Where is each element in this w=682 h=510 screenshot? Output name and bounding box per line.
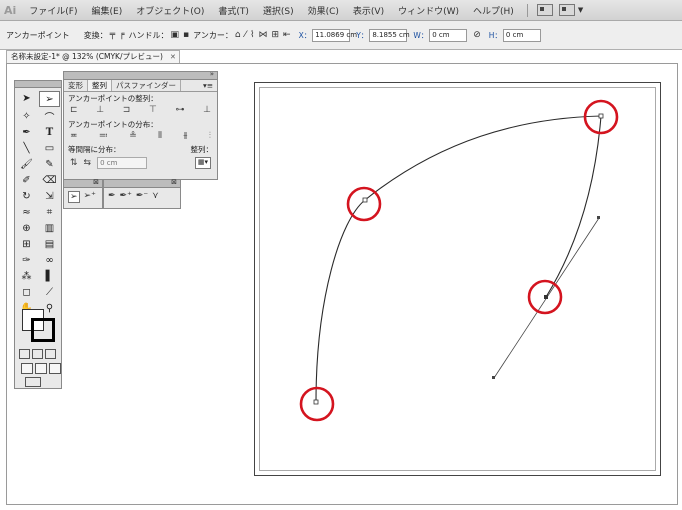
align-v-center-icon[interactable]: ⊶ [175, 105, 184, 115]
direct-selection-icon[interactable]: ➢ [68, 191, 80, 203]
draw-mode-buttons [21, 363, 61, 374]
align-to-label: 整列： [190, 145, 214, 154]
delete-anchor-icon[interactable]: ✒⁻ [136, 191, 148, 201]
paintbrush-icon[interactable]: 🖌 [16, 157, 37, 171]
align-section-title: アンカーポイントの整列： [68, 94, 158, 103]
close-icon[interactable]: ⊠ [93, 178, 99, 186]
draw-inside-icon[interactable] [49, 363, 61, 374]
align-left-icon[interactable]: ⊏ [70, 105, 78, 115]
rectangle-icon[interactable]: ▭ [39, 141, 60, 155]
blend-icon[interactable]: ∞ [39, 253, 60, 267]
blob-brush-icon[interactable]: ✐ [16, 173, 37, 187]
collapse-icon[interactable]: » [210, 70, 214, 78]
color-mode-icon[interactable] [19, 349, 30, 359]
artboard-icon[interactable]: ◻ [16, 285, 37, 299]
perspective-icon[interactable]: ▥ [39, 221, 60, 235]
mesh-icon[interactable]: ⊞ [16, 237, 37, 251]
distribute-right-icon[interactable]: ⫶ [209, 131, 211, 141]
eyedropper-icon[interactable]: ✑ [16, 253, 37, 267]
type-icon[interactable]: T [39, 125, 60, 139]
pen-tools-mini-panel: ⊠ ✒ ✒⁺ ✒⁻ ⋎ [103, 178, 181, 209]
anchor-point[interactable] [313, 399, 319, 405]
spacing-controls: ⇅ ⇆ 0 cm ▦▾ [64, 155, 217, 171]
anchor-point-selected[interactable] [544, 295, 548, 299]
align-right-icon[interactable]: ⊐ [123, 105, 131, 115]
tab-pathfinder[interactable]: パスファインダー [112, 80, 181, 91]
direct-selection-icon[interactable]: ➢ [39, 91, 60, 107]
bezier-path[interactable] [315, 115, 602, 403]
align-bottom-icon[interactable]: ⊥ [203, 105, 211, 115]
eraser-icon[interactable]: ⌫ [39, 173, 60, 187]
direction-handle-point[interactable] [597, 216, 600, 219]
draw-behind-icon[interactable] [35, 363, 47, 374]
convert-anchor-icon[interactable]: ⋎ [152, 191, 159, 201]
shape-builder-icon[interactable]: ⊕ [16, 221, 37, 235]
free-transform-icon[interactable]: ⌗ [39, 205, 60, 219]
anchor-point[interactable] [598, 113, 604, 119]
warp-icon[interactable]: ≈ [16, 205, 37, 219]
anchor-point[interactable] [362, 197, 368, 203]
distribute-bottom-icon[interactable]: ≗ [129, 131, 137, 141]
selection-icon[interactable]: ➤ [16, 91, 37, 105]
symbol-sprayer-icon[interactable]: ⁂ [16, 269, 37, 283]
tab-transform[interactable]: 変形 [64, 80, 88, 91]
align-panel: » 変形 整列 パスファインダー ▾≡ アンカーポイントの整列： ⊏ ⊥ ⊐ ⊤… [63, 70, 218, 180]
gradient-mode-icon[interactable] [32, 349, 43, 359]
magic-wand-icon[interactable]: ✧ [16, 109, 37, 123]
lasso-icon[interactable]: ⌒ [39, 109, 60, 124]
align-panel-header[interactable]: » [64, 70, 217, 80]
pencil-icon[interactable]: ✎ [39, 157, 60, 171]
highlight-circle [346, 186, 382, 222]
tab-align[interactable]: 整列 [88, 80, 112, 91]
scale-icon[interactable]: ⇲ [39, 189, 60, 203]
panel-menu-icon[interactable]: ▾≡ [199, 80, 217, 91]
gradient-icon[interactable]: ▤ [39, 237, 60, 251]
align-to-dropdown[interactable]: ▦▾ [195, 157, 211, 169]
mini-panel-header[interactable]: ⊠ [104, 178, 180, 188]
distribute-left-icon[interactable]: ⫴ [158, 131, 162, 141]
tools-panel: ➤ ➢ ✧ ⌒ ✒ T ╲ ▭ 🖌 ✎ ✐ ⌫ ↻ ⇲ ≈ ⌗ ⊕ ▥ ⊞ ▤ … [14, 80, 62, 389]
tools-panel-header[interactable] [15, 81, 61, 88]
distribute-top-icon[interactable]: ≖ [70, 131, 78, 141]
close-icon[interactable]: ⊠ [171, 178, 177, 186]
none-mode-icon[interactable] [45, 349, 56, 359]
align-top-icon[interactable]: ⊤ [149, 105, 157, 115]
mini-panel-header[interactable]: ⊠ [64, 178, 102, 188]
align-h-center-icon[interactable]: ⊥ [96, 105, 104, 115]
direction-handle-point[interactable] [492, 376, 495, 379]
slice-icon[interactable]: ⟋ [39, 285, 60, 299]
distribute-h-center-icon[interactable]: ⫵ [183, 131, 187, 141]
pen-icon[interactable]: ✒ [16, 125, 37, 139]
distribute-buttons: ≖ ≕ ≗ ⫴ ⫵ ⫶ [64, 130, 217, 144]
selection-mini-panel: ⊠ ➢ ➢⁺ [63, 178, 103, 209]
draw-normal-icon[interactable] [21, 363, 33, 374]
add-anchor-icon[interactable]: ✒⁺ [120, 191, 132, 201]
stroke-swatch[interactable] [31, 318, 55, 342]
vertical-spacing-icon[interactable]: ⇅ [70, 158, 78, 168]
spacing-section-title: 等間隔に分布： [68, 145, 121, 154]
spacing-value-field[interactable]: 0 cm [97, 157, 148, 169]
rotate-icon[interactable]: ↻ [16, 189, 37, 203]
screen-mode-icon[interactable] [25, 377, 41, 387]
spacing-row: 等間隔に分布： 整列： [64, 144, 217, 155]
group-selection-icon[interactable]: ➢⁺ [84, 191, 96, 203]
pen-icon[interactable]: ✒ [108, 191, 116, 201]
fill-stroke-swatches[interactable] [22, 309, 55, 342]
color-mode-buttons [19, 349, 56, 359]
distribute-section-title: アンカーポイントの分布： [68, 120, 158, 129]
line-segment-icon[interactable]: ╲ [16, 141, 37, 155]
horizontal-spacing-icon[interactable]: ⇆ [84, 158, 92, 168]
align-buttons: ⊏ ⊥ ⊐ ⊤ ⊶ ⊥ [64, 104, 217, 118]
panel-tabs: 変形 整列 パスファインダー ▾≡ [64, 80, 217, 92]
distribute-v-center-icon[interactable]: ≕ [99, 131, 108, 141]
column-graph-icon[interactable]: ▌ [39, 269, 60, 283]
